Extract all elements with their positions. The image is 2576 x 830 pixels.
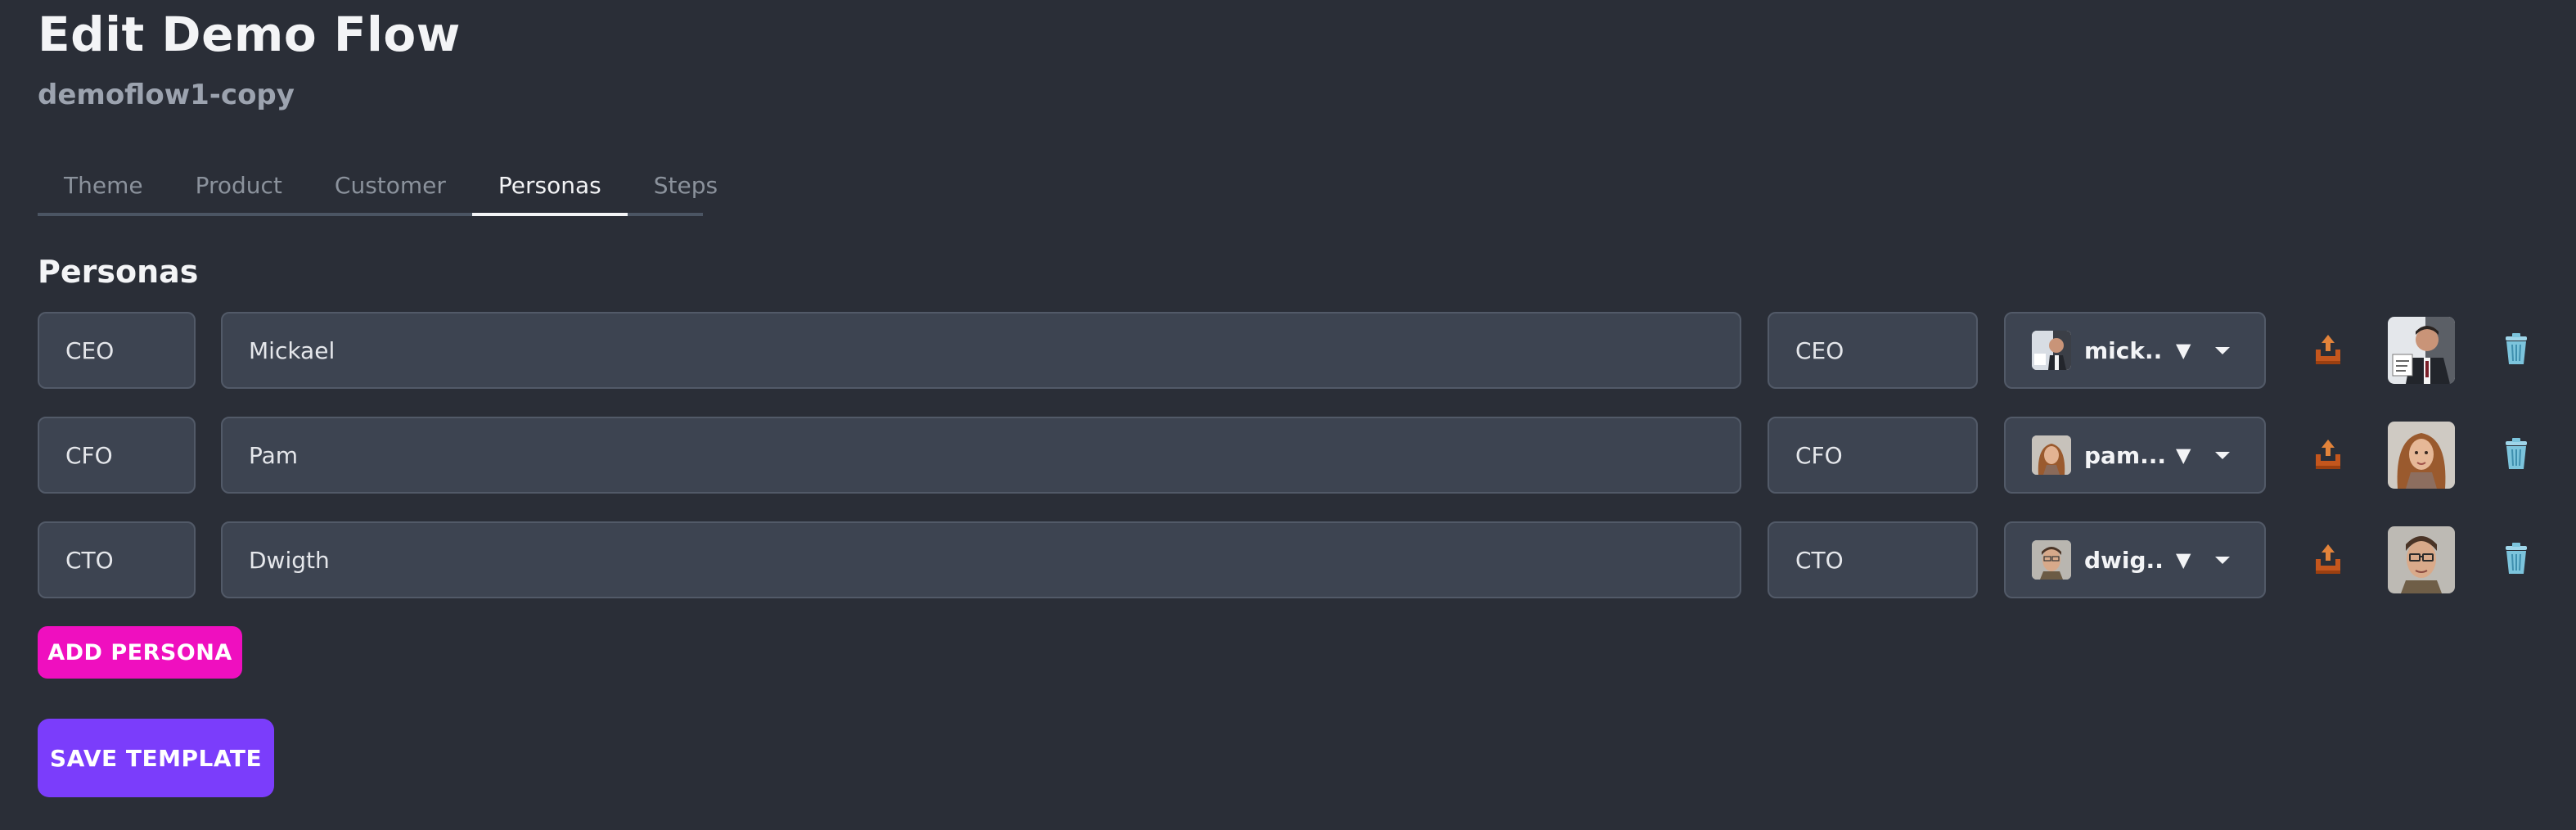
persona-row: CFO Pam CFO pam.... ▼ <box>0 417 2576 495</box>
caret-down-icon: ▼ <box>2176 548 2191 571</box>
trash-icon[interactable] <box>2502 436 2530 471</box>
trash-icon[interactable] <box>2502 541 2530 575</box>
tab-bar: Theme Product Customer Personas Steps <box>38 160 718 216</box>
persona-photo <box>2388 526 2455 593</box>
persona-key-input[interactable]: CFO <box>38 417 196 494</box>
persona-row: CEO Mickael CEO mick... ▼ <box>0 312 2576 390</box>
avatar-select[interactable]: mick... ▼ <box>2004 312 2266 389</box>
persona-name-input[interactable]: Dwigth <box>221 521 1741 598</box>
avatar-select-value: mick... <box>2084 336 2164 364</box>
avatar-select-value: pam.... <box>2084 441 2164 469</box>
chevron-down-icon <box>2215 556 2231 564</box>
section-title: Personas <box>38 254 199 290</box>
caret-down-icon: ▼ <box>2176 339 2191 362</box>
trash-icon[interactable] <box>2502 332 2530 366</box>
avatar-select[interactable]: dwig... ▼ <box>2004 521 2266 598</box>
avatar-thumbnail <box>2032 331 2071 370</box>
tab-theme[interactable]: Theme <box>38 160 169 213</box>
avatar-thumbnail <box>2032 540 2071 580</box>
upload-icon[interactable] <box>2314 438 2342 471</box>
persona-key-input[interactable]: CTO <box>38 521 196 598</box>
page-subtitle: demoflow1-copy <box>38 79 295 111</box>
upload-icon[interactable] <box>2314 333 2342 366</box>
tab-customer[interactable]: Customer <box>308 160 472 213</box>
persona-row: CTO Dwigth CTO dwig... ▼ <box>0 521 2576 600</box>
persona-role-input[interactable]: CEO <box>1768 312 1978 389</box>
upload-icon[interactable] <box>2314 543 2342 575</box>
avatar-select-value: dwig... <box>2084 546 2164 574</box>
tab-steps[interactable]: Steps <box>628 160 744 213</box>
tab-personas[interactable]: Personas <box>471 160 628 216</box>
persona-photo <box>2388 317 2455 384</box>
persona-name-input[interactable]: Pam <box>221 417 1741 494</box>
page-title: Edit Demo Flow <box>38 7 461 62</box>
persona-role-input[interactable]: CTO <box>1768 521 1978 598</box>
chevron-down-icon <box>2215 451 2231 459</box>
tab-product[interactable]: Product <box>169 160 308 213</box>
persona-key-input[interactable]: CEO <box>38 312 196 389</box>
persona-name-input[interactable]: Mickael <box>221 312 1741 389</box>
caret-down-icon: ▼ <box>2176 444 2191 467</box>
avatar-thumbnail <box>2032 435 2071 475</box>
avatar-select[interactable]: pam.... ▼ <box>2004 417 2266 494</box>
persona-role-input[interactable]: CFO <box>1768 417 1978 494</box>
chevron-down-icon <box>2215 346 2231 354</box>
add-persona-button[interactable]: ADD PERSONA <box>38 626 242 679</box>
persona-photo <box>2388 422 2455 489</box>
save-template-button[interactable]: SAVE TEMPLATE <box>38 719 274 797</box>
